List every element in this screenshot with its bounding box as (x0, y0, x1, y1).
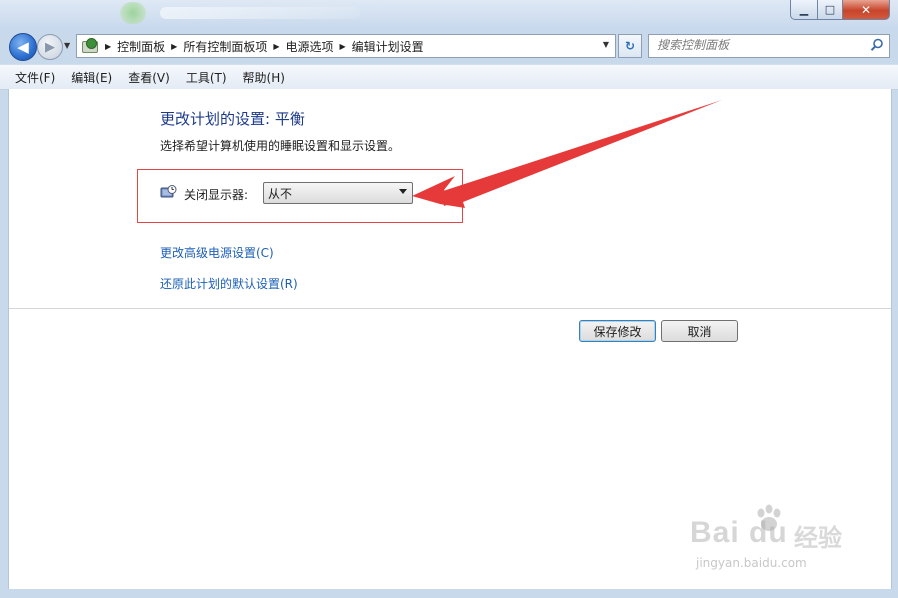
menu-file[interactable]: 文件(F) (0, 69, 63, 86)
refresh-button[interactable]: ↻ (618, 34, 642, 58)
monitor-clock-icon (160, 185, 177, 198)
breadcrumb-edit-plan[interactable]: 编辑计划设置 (352, 38, 424, 55)
breadcrumb-separator[interactable]: ▶ (273, 42, 279, 51)
paw-icon (757, 504, 781, 531)
menu-tools[interactable]: 工具(T) (178, 69, 235, 86)
navigation-bar: ◀ ▶ ▼ ▶ 控制面板 ▶ 所有控制面板项 ▶ 电源选项 ▶ 编辑计划设置 ▼… (0, 30, 898, 64)
close-button[interactable]: ✕ (843, 0, 890, 20)
advanced-power-settings-link[interactable]: 更改高级电源设置(C) (160, 244, 274, 261)
title-bar[interactable]: ▁ □ ✕ (0, 0, 898, 30)
menu-view[interactable]: 查看(V) (120, 69, 178, 86)
menu-help[interactable]: 帮助(H) (235, 69, 293, 86)
page-description: 选择希望计算机使用的睡眠设置和显示设置。 (160, 139, 401, 153)
cancel-button[interactable]: 取消 (661, 320, 738, 342)
menu-edit[interactable]: 编辑(E) (63, 69, 120, 86)
maximize-button[interactable]: □ (818, 0, 843, 20)
breadcrumb-separator[interactable]: ▶ (105, 42, 111, 51)
page-title: 更改计划的设置: 平衡 (160, 110, 305, 128)
minimize-button[interactable]: ▁ (790, 0, 818, 20)
display-off-select[interactable]: 从不 (263, 182, 413, 204)
address-bar[interactable]: ▶ 控制面板 ▶ 所有控制面板项 ▶ 电源选项 ▶ 编辑计划设置 ▼ (76, 34, 616, 58)
address-dropdown-icon[interactable]: ▼ (603, 40, 609, 49)
menu-bar: 文件(F) 编辑(E) 查看(V) 工具(T) 帮助(H) (0, 64, 898, 90)
window-app-icon (120, 2, 146, 24)
display-off-selected-value: 从不 (268, 186, 293, 201)
breadcrumb-separator[interactable]: ▶ (171, 42, 177, 51)
recent-pages-dropdown[interactable]: ▼ (64, 41, 70, 50)
search-input[interactable] (657, 38, 857, 52)
baidu-watermark: Bai du 经验 jingyan.baidu.com (690, 500, 850, 580)
display-off-label: 关闭显示器: (184, 188, 249, 202)
breadcrumb-control-panel[interactable]: 控制面板 (117, 38, 165, 55)
restore-defaults-link[interactable]: 还原此计划的默认设置(R) (160, 275, 298, 292)
back-button[interactable]: ◀ (9, 33, 37, 61)
caption-buttons: ▁ □ ✕ (790, 0, 890, 20)
control-panel-icon (81, 38, 99, 54)
chevron-down-icon (399, 189, 407, 194)
save-button[interactable]: 保存修改 (579, 320, 656, 342)
breadcrumb-all-items[interactable]: 所有控制面板项 (183, 38, 267, 55)
forward-button[interactable]: ▶ (37, 34, 63, 60)
breadcrumb-separator[interactable]: ▶ (340, 42, 346, 51)
title-text-blurred (160, 7, 360, 19)
search-icon[interactable] (870, 38, 884, 52)
explorer-window: ▁ □ ✕ ◀ ▶ ▼ ▶ 控制面板 ▶ 所有控制面板项 ▶ 电源选项 ▶ 编辑… (0, 0, 898, 598)
watermark-url: jingyan.baidu.com (696, 556, 807, 570)
search-box[interactable] (648, 34, 890, 58)
divider (9, 308, 891, 309)
watermark-brand-cn: 经验 (794, 524, 842, 552)
breadcrumb-power-options[interactable]: 电源选项 (286, 38, 334, 55)
